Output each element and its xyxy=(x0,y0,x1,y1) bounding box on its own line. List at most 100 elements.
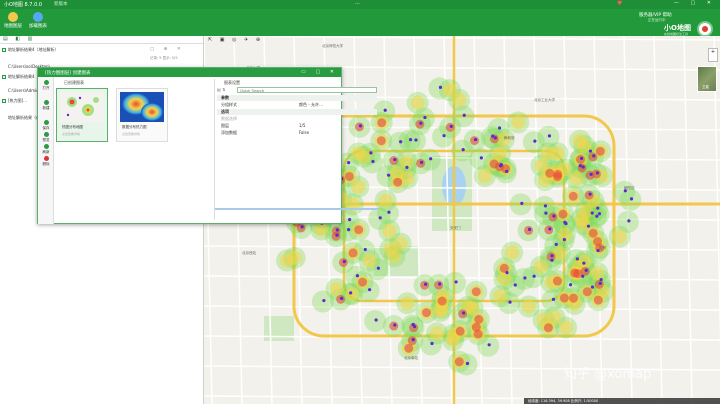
save-button[interactable]: 保存 xyxy=(39,120,53,131)
data-point xyxy=(419,160,424,164)
delete-button[interactable]: 删除 xyxy=(39,156,53,167)
data-point xyxy=(387,210,391,214)
property-grid: 图表设置 ▤ ⇅ 参数 分组样式颜色 - 允许… 选项 数据选择 图层1/5 添… xyxy=(214,79,378,220)
heat-core xyxy=(393,177,403,187)
heat-mid xyxy=(534,259,549,274)
data-point xyxy=(586,224,591,228)
data-point xyxy=(399,140,403,144)
property-grid-toolbar[interactable]: ▤ ⇅ xyxy=(217,87,225,92)
data-point xyxy=(411,322,415,327)
template-card-distribution[interactable]: 数据分布热力图 点击查看详情 xyxy=(116,88,168,142)
data-point xyxy=(590,211,594,215)
map-layers-button[interactable]: 地图图层 xyxy=(2,12,24,29)
heat-core xyxy=(568,191,578,201)
map-label: 朝阳区 xyxy=(624,186,635,190)
data-point xyxy=(300,225,304,229)
chart-load-button[interactable]: 加载图表 xyxy=(27,12,49,29)
layer-checkbox[interactable] xyxy=(2,99,6,103)
heat-core xyxy=(569,293,579,303)
open-button[interactable]: 打开 xyxy=(39,80,53,91)
more-icon[interactable]: ... xyxy=(355,0,360,6)
layers-toolbar[interactable]: ▤ ◧ ▥ xyxy=(0,36,203,44)
data-point xyxy=(430,341,434,346)
data-point xyxy=(532,274,536,278)
template-title: 热图分布地图 xyxy=(62,125,83,129)
map-toolbar[interactable]: ⇱ ▣ ◎ ✈ ⊕ xyxy=(208,37,263,43)
data-point xyxy=(461,148,465,152)
heat-mid xyxy=(612,229,627,244)
data-point xyxy=(588,149,592,153)
data-point xyxy=(629,197,634,201)
data-point xyxy=(438,85,443,89)
window-controls[interactable]: — ▢ ✕ xyxy=(674,0,716,6)
heat-core xyxy=(354,225,364,235)
watermark: 知乎 @xomap xyxy=(564,367,652,382)
data-point xyxy=(584,268,588,272)
data-point xyxy=(582,261,586,265)
refresh-button[interactable]: 刷新 xyxy=(39,144,53,155)
layer-checkbox[interactable] xyxy=(2,75,6,79)
folder-icon xyxy=(43,80,49,85)
data-point xyxy=(378,216,382,220)
data-point xyxy=(449,124,453,128)
data-point xyxy=(363,247,367,252)
property-category[interactable]: 选项 xyxy=(217,109,377,115)
property-row[interactable]: 添加数据 False xyxy=(217,130,377,136)
heat-core xyxy=(593,295,603,305)
data-point xyxy=(599,277,603,282)
data-point xyxy=(393,157,397,162)
heat-mid xyxy=(280,253,295,268)
template-card-heatmap[interactable]: 热图分布地图 点击查看详情 xyxy=(56,88,108,142)
satellite-toggle[interactable]: 卫星 xyxy=(697,66,717,92)
heat-core xyxy=(474,314,484,324)
data-point xyxy=(374,318,378,322)
map-road-minor xyxy=(204,245,720,251)
data-point xyxy=(562,238,566,242)
eye-icon xyxy=(43,132,49,137)
data-point xyxy=(595,214,599,218)
data-point xyxy=(493,136,497,140)
layer-item[interactable]: 地址解析结果4（地址解析） xyxy=(2,47,59,53)
zoom-in-button[interactable]: + xyxy=(708,48,718,62)
map-status-bar: 经纬度: 116.394, 39.908 比例尺: 1:50000 xyxy=(524,398,720,404)
dialog-title-bar: [热力图图层] 创建图表 ▭ ▢ ✕ xyxy=(38,68,341,77)
data-point xyxy=(627,219,631,223)
create-chart-dialog: [热力图图层] 创建图表 ▭ ▢ ✕ 打开 新建 保存 预览 刷新 删除 已创建… xyxy=(37,67,378,224)
data-point xyxy=(368,288,372,292)
layer-tools[interactable]: ▢ ⊕ ✕ xyxy=(150,47,185,52)
data-point xyxy=(429,157,433,161)
property-row[interactable]: 数据选择 xyxy=(217,116,377,122)
new-version-badge[interactable]: 新版本 xyxy=(54,1,68,7)
ribbon-toolbar: 地图图层 加载图表 服务器/VIP 帮助 正在运行中 小O地图 在线地图标注工具 xyxy=(0,9,720,37)
data-point xyxy=(491,134,495,138)
heat-mid xyxy=(547,310,562,325)
heat-mid xyxy=(382,223,397,238)
quick-search-input[interactable] xyxy=(237,87,377,93)
heat-mid xyxy=(478,168,493,183)
data-point xyxy=(543,204,548,208)
heat-core xyxy=(454,357,464,367)
distribution-thumbnail xyxy=(120,92,164,122)
data-point xyxy=(349,291,353,295)
dialog-window-controls[interactable]: ▭ ▢ ✕ xyxy=(301,69,338,75)
data-point xyxy=(596,206,600,210)
new-button[interactable]: 新建 xyxy=(39,100,53,111)
heat-mid xyxy=(573,133,588,148)
user-status: 正在运行中 xyxy=(648,18,666,22)
heat-core xyxy=(573,269,583,279)
data-point xyxy=(414,138,418,142)
property-row[interactable]: 图层 1/5 xyxy=(217,123,377,129)
heat-mid xyxy=(400,296,415,311)
preview-button[interactable]: 预览 xyxy=(39,132,53,143)
property-category[interactable]: 参数 xyxy=(217,95,377,101)
data-point xyxy=(579,156,584,160)
map-road-minor xyxy=(204,36,720,41)
data-point xyxy=(383,108,387,112)
data-point xyxy=(588,192,592,196)
property-row[interactable]: 分组样式 颜色 - 允许… xyxy=(217,102,377,108)
heart-icon[interactable]: ♥ xyxy=(617,0,622,7)
layer-checkbox[interactable] xyxy=(2,48,6,52)
data-point xyxy=(592,154,596,158)
property-grid-splitter[interactable] xyxy=(215,208,378,210)
layer-item[interactable]: [热力图]... xyxy=(2,98,27,104)
